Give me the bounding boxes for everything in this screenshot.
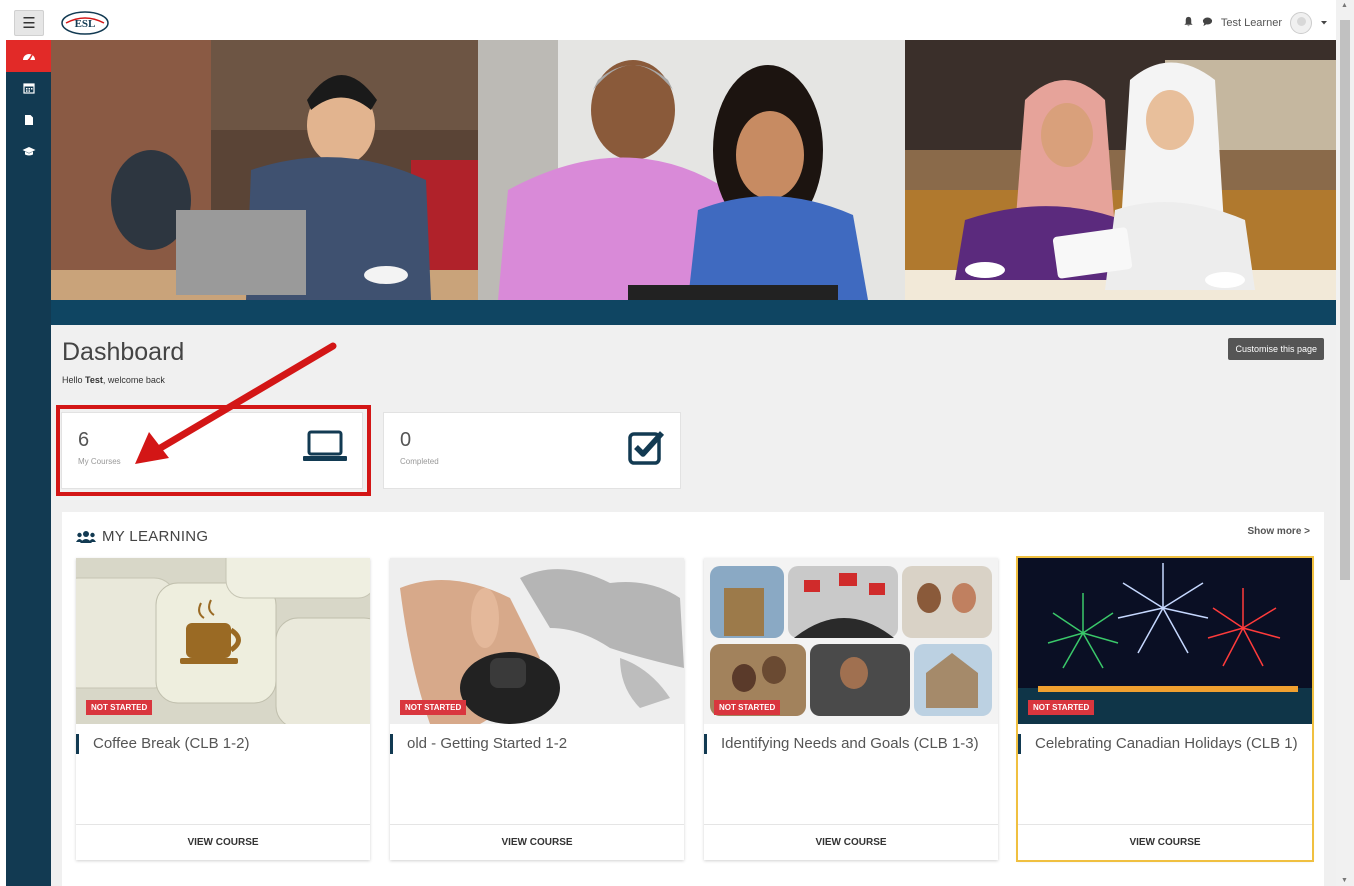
top-navbar: ☰ ESL Test Learner: [6, 6, 1336, 40]
my-learning-section: MY LEARNING Show more > NOT STARTED Coff…: [62, 512, 1324, 886]
course-card: NOT STARTED Celebrating Canadian Holiday…: [1016, 556, 1314, 862]
course-card: NOT STARTED Coffee Break (CLB 1-2) VIEW …: [76, 558, 370, 860]
course-image-identifying-needs[interactable]: NOT STARTED: [704, 558, 998, 724]
logo-text: ESL: [75, 18, 96, 30]
section-title: MY LEARNING: [76, 528, 208, 545]
stat-card-completed[interactable]: 0 Completed: [383, 412, 681, 489]
course-card: NOT STARTED old - Getting Started 1-2 VI…: [390, 558, 684, 860]
hero-banner: [51, 40, 1336, 300]
section-title-text: MY LEARNING: [102, 528, 209, 545]
greeting-prefix: Hello: [62, 375, 86, 385]
users-icon: [76, 530, 96, 543]
view-course-button[interactable]: VIEW COURSE: [390, 824, 684, 860]
dashboard-icon: [22, 54, 35, 62]
stat-value: 0: [400, 429, 412, 451]
show-more-link[interactable]: Show more >: [1247, 526, 1310, 537]
sidebar-item-dashboard[interactable]: [6, 40, 51, 72]
hero-image-father-daughter: [478, 40, 905, 300]
page-scrollbar[interactable]: ▲ ▼: [1336, 0, 1354, 886]
calendar-icon: [22, 83, 35, 94]
user-name[interactable]: Test Learner: [1221, 17, 1282, 29]
site-logo[interactable]: ESL: [60, 10, 110, 36]
sidebar-nav: [6, 40, 51, 886]
course-image-coffee-break[interactable]: NOT STARTED: [76, 558, 370, 724]
status-badge: NOT STARTED: [714, 700, 781, 715]
course-title[interactable]: Identifying Needs and Goals (CLB 1-3): [704, 734, 984, 754]
hero-image-student-laptop: [51, 40, 478, 300]
status-badge: NOT STARTED: [86, 700, 153, 715]
main-content: Dashboard Hello Test, welcome back Custo…: [51, 40, 1336, 886]
graduation-cap-icon: [22, 147, 35, 156]
chevron-down-icon[interactable]: [1320, 17, 1328, 29]
sidebar-item-courses[interactable]: [6, 136, 51, 168]
scroll-down-icon[interactable]: ▼: [1341, 877, 1348, 884]
course-card: NOT STARTED Identifying Needs and Goals …: [704, 558, 998, 860]
course-title[interactable]: Celebrating Canadian Holidays (CLB 1): [1018, 734, 1298, 754]
avatar[interactable]: [1290, 12, 1312, 34]
message-icon[interactable]: [1202, 16, 1213, 30]
greeting-user: Test: [85, 375, 103, 385]
scrollbar-thumb[interactable]: [1340, 20, 1350, 580]
annotation-arrow-icon: [135, 342, 337, 464]
esl-logo-icon: ESL: [61, 11, 109, 35]
view-course-button[interactable]: VIEW COURSE: [704, 824, 998, 860]
user-menu: Test Learner: [1183, 11, 1328, 35]
hero-image-women-tablet: [905, 40, 1336, 300]
stat-label: Completed: [400, 457, 439, 466]
bell-icon[interactable]: [1183, 16, 1194, 30]
file-icon: [24, 115, 33, 125]
scroll-up-icon[interactable]: ▲: [1341, 2, 1348, 9]
course-title[interactable]: Coffee Break (CLB 1-2): [76, 734, 356, 754]
hero-band: [51, 300, 1336, 325]
view-course-button[interactable]: VIEW COURSE: [76, 824, 370, 860]
hamburger-icon: ☰: [22, 15, 36, 32]
sidebar-item-calendar[interactable]: [6, 72, 51, 104]
status-badge: NOT STARTED: [400, 700, 467, 715]
course-image-getting-started[interactable]: NOT STARTED: [390, 558, 684, 724]
menu-toggle-button[interactable]: ☰: [14, 10, 44, 36]
checkbox-icon: [628, 429, 666, 470]
sidebar-item-files[interactable]: [6, 104, 51, 136]
course-title[interactable]: old - Getting Started 1-2: [390, 734, 670, 754]
status-badge: NOT STARTED: [1028, 700, 1095, 715]
customise-page-button[interactable]: Customise this page: [1228, 338, 1324, 360]
course-image-canadian-holidays[interactable]: NOT STARTED: [1018, 558, 1312, 724]
view-course-button[interactable]: VIEW COURSE: [1018, 824, 1312, 860]
